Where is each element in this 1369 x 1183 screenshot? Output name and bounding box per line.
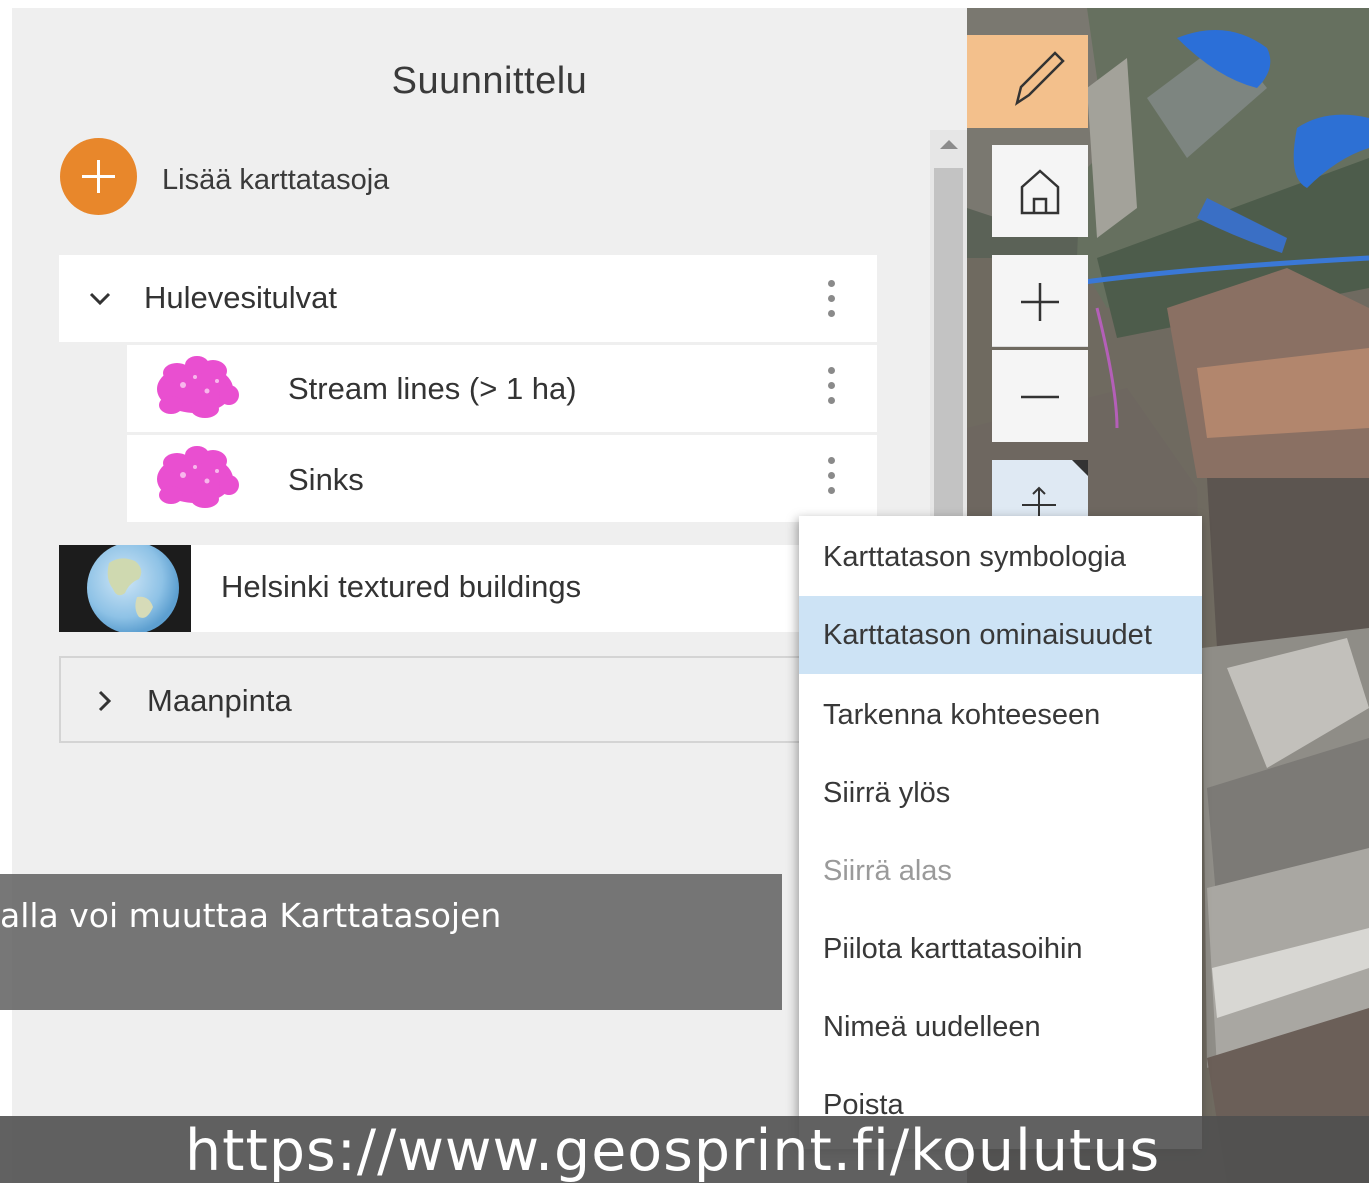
menu-item-hide[interactable]: Piilota karttatasoihin: [799, 910, 1202, 988]
chevron-down-icon[interactable]: [89, 287, 111, 309]
layer-context-menu: Karttatason symbologia Karttatason omina…: [799, 516, 1202, 1149]
menu-item-move-up[interactable]: Siirrä ylös: [799, 754, 1202, 832]
layer-group-label: Maanpinta: [147, 683, 292, 718]
chevron-right-icon[interactable]: [93, 690, 115, 712]
zoom-in-button[interactable]: [992, 255, 1088, 347]
menu-item-properties[interactable]: Karttatason ominaisuudet: [799, 596, 1202, 674]
banner-url-text: https://www.geosprint.fi/koulutus: [185, 1118, 1161, 1183]
scroll-thumb[interactable]: [934, 168, 963, 530]
home-icon: [1020, 169, 1060, 215]
layer-row-stream-lines[interactable]: Stream lines (> 1 ha): [127, 345, 877, 432]
more-options-icon[interactable]: [826, 280, 836, 320]
plus-icon: [1021, 283, 1059, 321]
caption-text: alla voi muuttaa Karttatasojen: [0, 896, 502, 935]
url-banner: https://www.geosprint.fi/koulutus: [0, 1116, 1369, 1183]
panel-scrollbar[interactable]: [930, 130, 967, 530]
layer-group-row[interactable]: Hulevesitulvat: [59, 255, 877, 342]
more-options-icon[interactable]: [826, 457, 836, 497]
add-layers-label[interactable]: Lisää karttatasoja: [162, 164, 389, 197]
layer-row-sinks[interactable]: Sinks: [127, 435, 877, 522]
menu-item-rename[interactable]: Nimeä uudelleen: [799, 988, 1202, 1066]
minus-icon: [1021, 395, 1059, 399]
panel-title: Suunnittelu: [391, 60, 588, 102]
layer-group-row-ground[interactable]: Maanpinta: [59, 656, 804, 743]
tutorial-caption: alla voi muuttaa Karttatasojen: [0, 874, 782, 1010]
menu-item-zoom-to[interactable]: Tarkenna kohteeseen: [799, 676, 1202, 754]
add-layers-button[interactable]: [60, 138, 137, 215]
pink-cluster-swatch-icon: [157, 356, 239, 418]
pan-icon: [1022, 460, 1088, 516]
zoom-out-button[interactable]: [992, 350, 1088, 442]
layer-label: Stream lines (> 1 ha): [288, 371, 577, 406]
menu-item-symbology[interactable]: Karttatason symbologia: [799, 518, 1202, 596]
home-button[interactable]: [992, 145, 1088, 237]
more-options-icon[interactable]: [826, 367, 836, 407]
layer-group-label: Hulevesitulvat: [144, 280, 337, 315]
edit-tool-button[interactable]: [967, 35, 1088, 128]
menu-item-move-down[interactable]: Siirrä alas: [799, 832, 1202, 910]
pan-button[interactable]: [992, 460, 1088, 516]
scroll-up-arrow-icon[interactable]: [940, 140, 958, 149]
layer-label: Helsinki textured buildings: [221, 569, 582, 604]
pencil-icon: [1015, 51, 1065, 106]
pink-cluster-swatch-icon: [157, 446, 239, 508]
globe-thumbnail-icon: [59, 545, 191, 632]
layer-label: Sinks: [288, 462, 364, 497]
